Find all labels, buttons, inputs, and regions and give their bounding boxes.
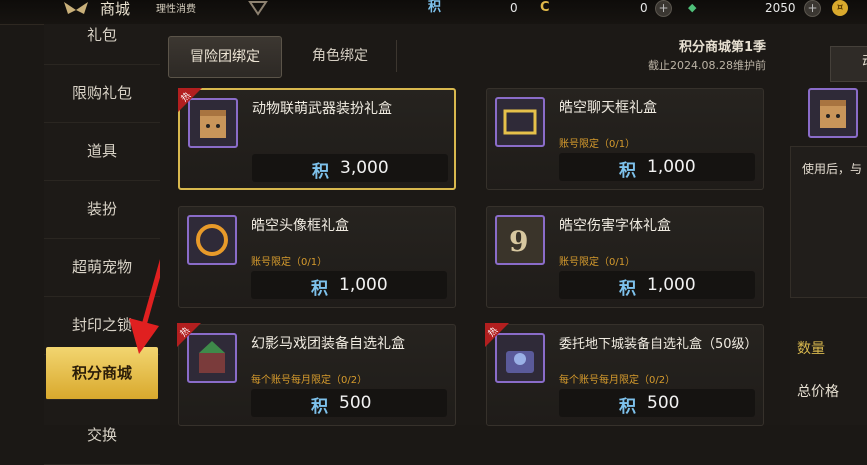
price-bar: 积 500 bbox=[559, 389, 755, 417]
points-icon: 积 bbox=[428, 0, 442, 15]
price-value: 3,000 bbox=[340, 158, 389, 178]
product-name: 皓空头像框礼盒 bbox=[251, 218, 349, 234]
purchase-limit: 账号限定（0/1） bbox=[559, 257, 636, 268]
sidebar-item-gift-pack[interactable]: 礼包 bbox=[44, 6, 160, 65]
add-gem-button[interactable]: + bbox=[804, 0, 821, 17]
gem-icon: ◆ bbox=[688, 1, 697, 14]
product-card[interactable]: 热 委托地下城装备自选礼盒（50级） 每个账号每月限定（0/2） 积 500 bbox=[485, 323, 764, 426]
selected-item-icon bbox=[808, 88, 858, 138]
damage-font-icon: 9 bbox=[495, 215, 545, 265]
diamond-outline-icon bbox=[248, 1, 268, 16]
total-price-label: 总价格 bbox=[797, 384, 839, 400]
price-bar: 积 1,000 bbox=[559, 271, 755, 299]
purchase-limit: 账号限定（0/1） bbox=[251, 257, 328, 268]
points-icon: 积 bbox=[312, 162, 329, 182]
price-bar: 积 1,000 bbox=[559, 153, 755, 181]
price-bar: 积 3,000 bbox=[252, 154, 448, 182]
detail-panel: 动 使用后，与 数量 总价格 bbox=[790, 24, 867, 425]
points-icon: 积 bbox=[619, 397, 636, 417]
rational-spending-notice: 理性消费 bbox=[156, 4, 196, 15]
product-name: 皓空聊天框礼盒 bbox=[559, 100, 657, 116]
product-name: 委托地下城装备自选礼盒（50级） bbox=[559, 337, 758, 352]
sidebar-item-limited-pack[interactable]: 限购礼包 bbox=[44, 64, 160, 123]
sidebar-item-exchange[interactable]: 交换 bbox=[44, 406, 160, 465]
price-value: 500 bbox=[339, 393, 372, 413]
purchase-limit: 账号限定（0/1） bbox=[559, 139, 636, 150]
detail-tab-label: 动 bbox=[862, 51, 867, 71]
product-name: 皓空伤害字体礼盒 bbox=[559, 218, 671, 234]
points-icon: 积 bbox=[311, 279, 328, 299]
tab-character-bound[interactable]: 角色绑定 bbox=[290, 36, 390, 76]
price-bar: 积 1,000 bbox=[251, 271, 447, 299]
price-value: 500 bbox=[647, 393, 680, 413]
avatar-frame-icon bbox=[187, 215, 237, 265]
product-card[interactable]: 热 幻影马戏团装备自选礼盒 每个账号每月限定（0/2） 积 500 bbox=[177, 323, 456, 426]
points-balance: 0 bbox=[510, 1, 518, 15]
product-card[interactable]: 9 皓空伤害字体礼盒 账号限定（0/1） 积 1,000 bbox=[486, 206, 764, 308]
price-value: 1,000 bbox=[647, 275, 696, 295]
price-value: 1,000 bbox=[339, 275, 388, 295]
points-icon: 积 bbox=[311, 397, 328, 417]
item-description: 使用后，与 bbox=[802, 162, 863, 176]
product-name: 幻影马戏团装备自选礼盒 bbox=[251, 336, 405, 352]
points-icon: 积 bbox=[619, 279, 636, 299]
points-icon: 积 bbox=[619, 161, 636, 181]
purchase-limit: 每个账号每月限定（0/2） bbox=[559, 375, 676, 386]
season-deadline: 截止2024.08.28维护前 bbox=[648, 59, 766, 72]
tab-divider bbox=[396, 40, 397, 72]
shop-main: 冒险团绑定 角色绑定 积分商城第1季 截止2024.08.28维护前 热 动物联… bbox=[160, 24, 790, 426]
purchase-limit: 每个账号每月限定（0/2） bbox=[251, 375, 368, 386]
svg-text:9: 9 bbox=[509, 225, 528, 258]
gem-balance: 2050 bbox=[765, 1, 796, 15]
price-bar: 积 500 bbox=[251, 389, 447, 417]
chat-frame-icon bbox=[495, 97, 545, 147]
gold-coin-icon: ¤ bbox=[832, 0, 848, 16]
cera-coin-icon: C bbox=[540, 0, 550, 15]
quantity-label: 数量 bbox=[797, 341, 825, 357]
price-value: 1,000 bbox=[647, 157, 696, 177]
product-name: 动物联萌武器装扮礼盒 bbox=[252, 101, 392, 117]
product-card[interactable]: 皓空头像框礼盒 账号限定（0/1） 积 1,000 bbox=[178, 206, 456, 308]
cera-balance: 0 bbox=[640, 1, 648, 15]
add-cera-button[interactable]: + bbox=[655, 0, 672, 17]
product-card[interactable]: 皓空聊天框礼盒 账号限定（0/1） 积 1,000 bbox=[486, 88, 764, 190]
product-card[interactable]: 热 动物联萌武器装扮礼盒 积 3,000 bbox=[178, 88, 456, 190]
sidebar-item-items[interactable]: 道具 bbox=[44, 122, 160, 181]
season-title: 积分商城第1季 bbox=[678, 40, 766, 55]
tab-team-bound[interactable]: 冒险团绑定 bbox=[168, 36, 282, 78]
